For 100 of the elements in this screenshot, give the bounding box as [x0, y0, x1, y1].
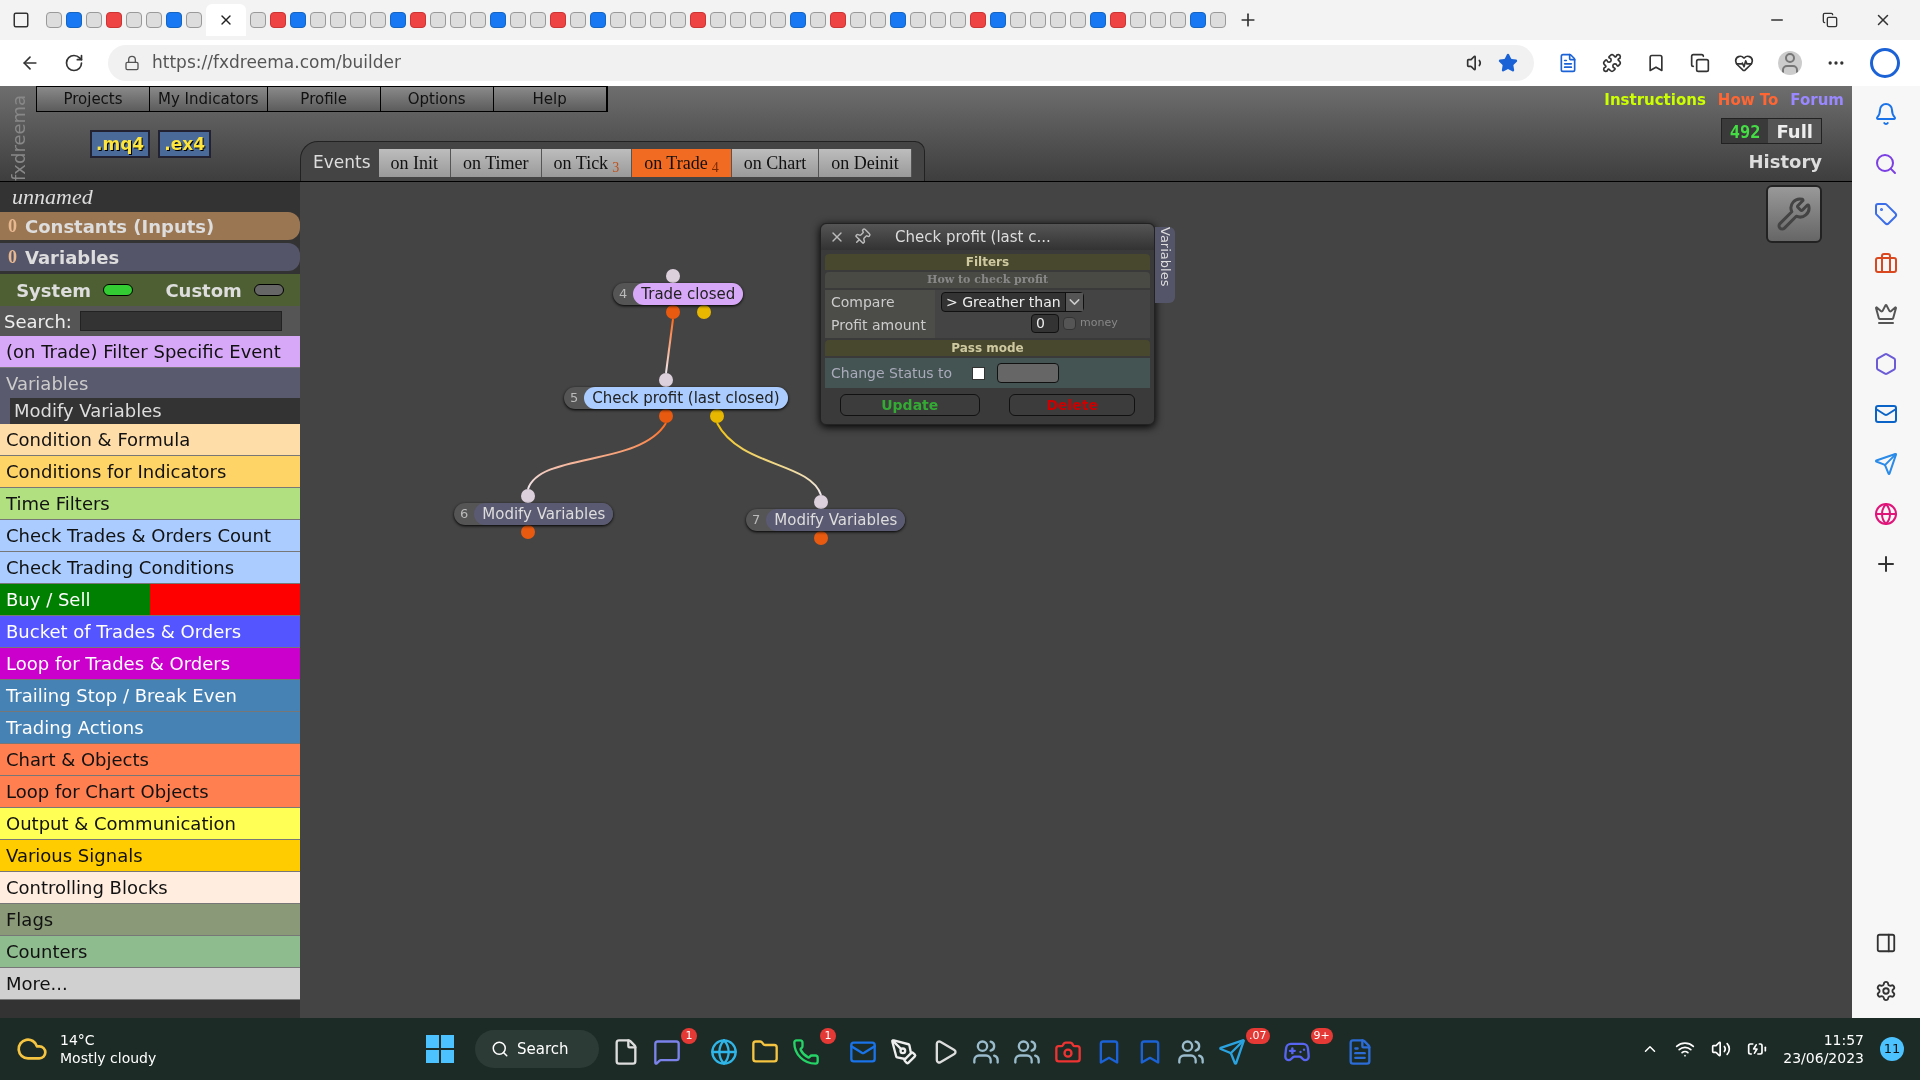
settings-wrench-button[interactable] [1766, 185, 1822, 243]
tab-favicon-icon[interactable] [670, 12, 686, 28]
favorite-star-icon[interactable] [1498, 53, 1518, 73]
tab-favicon-icon[interactable] [146, 12, 162, 28]
briefcase-icon[interactable] [1874, 252, 1898, 276]
favorites-icon[interactable] [1646, 53, 1666, 73]
tab-favicon-icon[interactable] [1150, 12, 1166, 28]
search-icon[interactable] [1874, 152, 1898, 176]
input-pin[interactable] [521, 489, 535, 503]
tab-favicon-icon[interactable] [370, 12, 386, 28]
tab-favicon-icon[interactable] [410, 12, 426, 28]
category-item[interactable]: Various Signals [0, 840, 300, 872]
wifi-icon[interactable] [1675, 1039, 1696, 1059]
tab-favicon-icon[interactable] [250, 12, 266, 28]
output-pin[interactable] [521, 525, 535, 539]
event-tab[interactable]: on Tick $_{3}$ [541, 149, 633, 177]
output-pin[interactable] [814, 531, 828, 545]
taskbar-app-icon[interactable] [792, 1038, 820, 1066]
tab-favicon-icon[interactable] [830, 12, 846, 28]
tab-favicon-icon[interactable] [990, 12, 1006, 28]
tab-favicon-icon[interactable] [450, 12, 466, 28]
tab-favicon-icon[interactable] [930, 12, 946, 28]
start-icon[interactable] [426, 1035, 454, 1063]
tab-favicon-icon[interactable] [810, 12, 826, 28]
category-item[interactable]: Buy / Sell [0, 584, 150, 615]
tab-favicon-icon[interactable] [750, 12, 766, 28]
tab-favicon-icon[interactable] [86, 12, 102, 28]
menu-button[interactable]: Profile [267, 87, 381, 111]
address-bar[interactable]: https://fxdreema.com/builder [108, 45, 1534, 81]
tab-favicon-icon[interactable] [126, 12, 142, 28]
heart-pulse-icon[interactable] [1734, 53, 1754, 73]
category-item[interactable]: Loop for Chart Objects [0, 776, 300, 808]
event-tab[interactable]: on Timer [451, 149, 542, 177]
tab-favicon-icon[interactable] [510, 12, 526, 28]
reload-icon[interactable] [64, 53, 84, 73]
category-item[interactable]: Output & Communication [0, 808, 300, 840]
file-type-button[interactable]: .mq4 [90, 130, 151, 158]
sidebar-panel-icon[interactable] [1875, 932, 1897, 954]
variables-side-tab[interactable]: Variables [1155, 227, 1175, 303]
extensions-icon[interactable] [1602, 53, 1622, 73]
settings-icon[interactable] [1875, 980, 1897, 1002]
document-icon[interactable] [1558, 53, 1578, 73]
tab-favicon-icon[interactable] [970, 12, 986, 28]
tab-favicon-icon[interactable] [430, 12, 446, 28]
tab-favicon-icon[interactable] [890, 12, 906, 28]
volume-icon[interactable] [1711, 1039, 1732, 1059]
taskbar-app-icon[interactable] [1218, 1038, 1246, 1066]
tab-favicon-icon[interactable] [1050, 12, 1066, 28]
file-type-button[interactable]: .ex4 [158, 130, 211, 158]
tab-favicon-icon[interactable] [570, 12, 586, 28]
category-item[interactable]: Controlling Blocks [0, 872, 300, 904]
tab-favicon-icon[interactable] [790, 12, 806, 28]
tab-favicon-icon[interactable] [186, 12, 202, 28]
clock-date[interactable]: 23/06/2023 [1783, 1049, 1864, 1067]
history-link[interactable]: History [1748, 148, 1822, 175]
toggle-switch[interactable] [103, 284, 134, 296]
category-item[interactable]: Bucket of Trades & Orders [0, 616, 300, 648]
money-checkbox[interactable] [1063, 317, 1076, 330]
tab-favicon-icon[interactable] [710, 12, 726, 28]
tab-favicon-icon[interactable] [630, 12, 646, 28]
category-item[interactable]: Check Trades & Orders Count [0, 520, 300, 552]
taskbar-app-icon[interactable] [710, 1038, 738, 1066]
flow-node[interactable]: 5 Check profit (last closed) [564, 387, 788, 409]
tab-favicon-icon[interactable] [310, 12, 326, 28]
tab-favicon-icon[interactable] [590, 12, 606, 28]
mail-icon[interactable] [1874, 402, 1898, 426]
taskbar-app-icon[interactable] [972, 1038, 1000, 1066]
restore-icon[interactable] [1822, 12, 1838, 28]
tab-favicon-icon[interactable] [1130, 12, 1146, 28]
tab-favicon-icon[interactable] [1030, 12, 1046, 28]
tab-favicon-icon[interactable] [690, 12, 706, 28]
hexagon-icon[interactable] [1874, 352, 1898, 376]
tab-favicon-icon[interactable] [730, 12, 746, 28]
tab-favicon-icon[interactable] [1190, 12, 1206, 28]
section-header[interactable]: 0 Variables [0, 243, 300, 271]
tab-favicon-icon[interactable] [530, 12, 546, 28]
event-tab[interactable]: on Deinit [819, 149, 912, 177]
menu-button[interactable]: Help [493, 87, 607, 111]
flow-node[interactable]: 6 Modify Variables [454, 503, 614, 525]
category-item[interactable]: Condition & Formula [0, 424, 300, 456]
amount-field[interactable]: 0 [1031, 314, 1059, 333]
profile-avatar-icon[interactable] [1778, 51, 1802, 75]
tab-favicon-icon[interactable] [770, 12, 786, 28]
tab-favicon-icon[interactable] [106, 12, 122, 28]
sell-color-block[interactable] [150, 584, 300, 615]
input-pin[interactable] [666, 269, 680, 283]
tab-favicon-icon[interactable] [870, 12, 886, 28]
menu-button[interactable]: My Indicators [150, 87, 268, 111]
category-item[interactable]: Time Filters [0, 488, 300, 520]
toggle-switch[interactable] [253, 284, 284, 296]
tab-favicon-icon[interactable] [610, 12, 626, 28]
menu-button[interactable]: Options [380, 87, 494, 111]
tab-favicon-icon[interactable] [950, 12, 966, 28]
search-field[interactable] [79, 311, 282, 331]
sidebar-item[interactable]: Modify Variables [10, 398, 300, 424]
tab-favicon-icon[interactable] [350, 12, 366, 28]
output-pin[interactable] [659, 409, 673, 423]
collections-icon[interactable] [1690, 53, 1710, 73]
tab-favicon-icon[interactable] [1090, 12, 1106, 28]
event-tab[interactable]: on Init [378, 149, 452, 177]
